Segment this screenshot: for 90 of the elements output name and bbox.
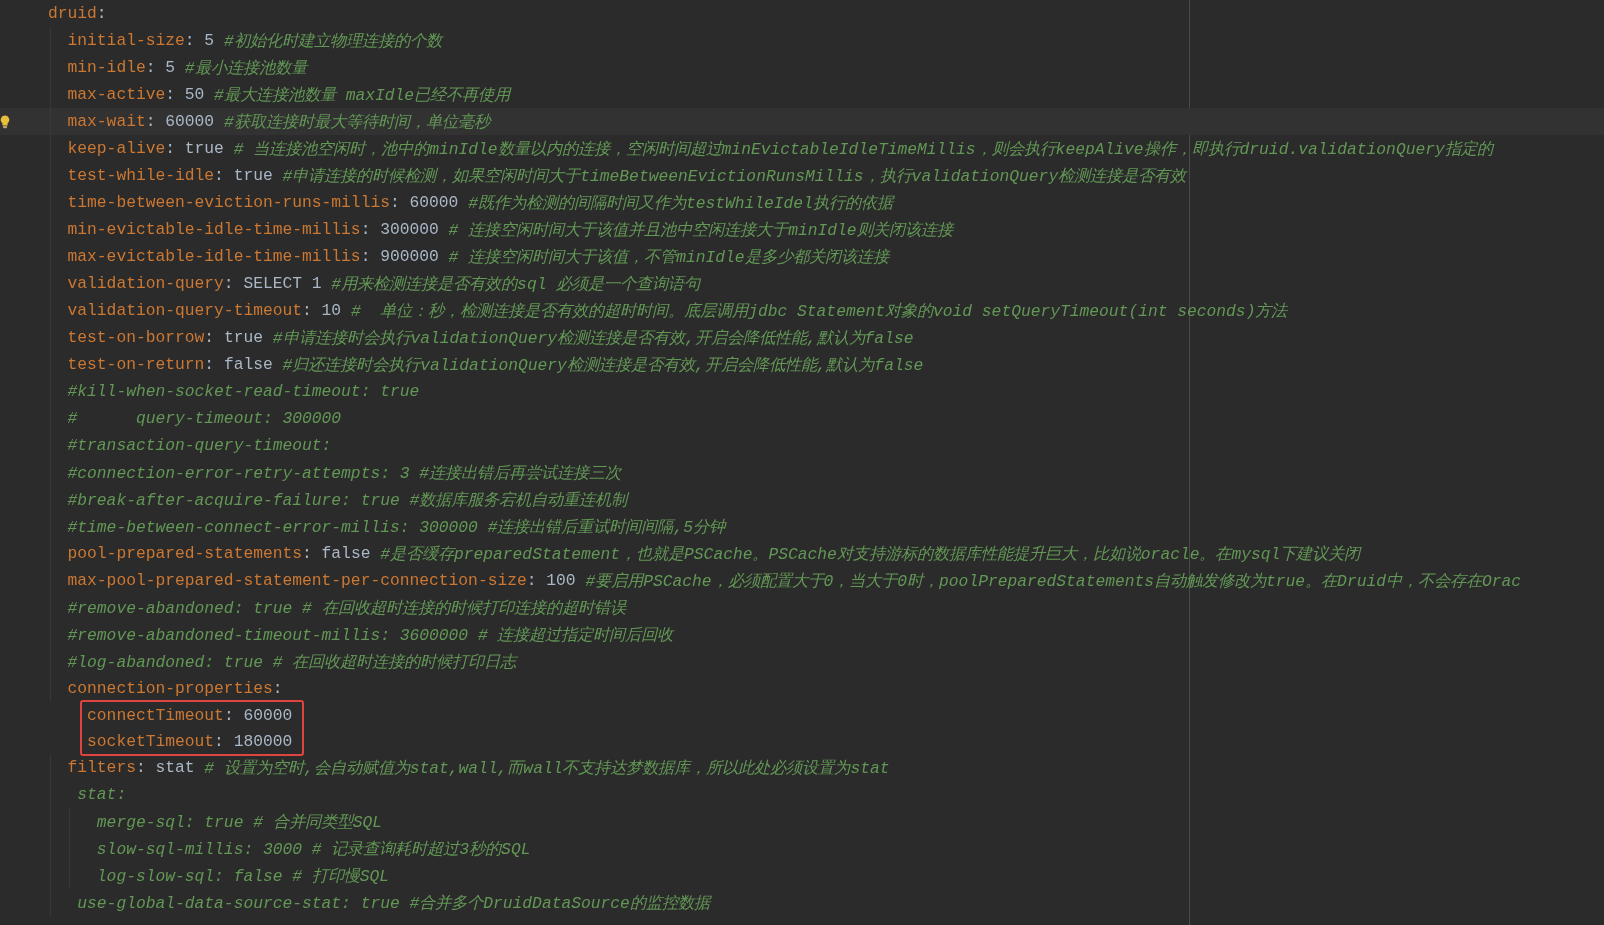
yaml-value: 60000 — [165, 112, 215, 131]
colon: : — [145, 58, 156, 77]
yaml-value: 300000 — [380, 220, 439, 239]
yaml-key: connectTimeout — [87, 705, 224, 725]
colon: : — [526, 571, 537, 590]
code-editor[interactable] — [0, 0, 1604, 925]
yaml-key: connection-properties — [67, 679, 273, 698]
colon: : — [165, 85, 176, 104]
yaml-value: stat — [155, 758, 195, 777]
code-comment: #是否缓存preparedStatement，也就是PSCache。PSCache对支持游标的数据库性能提升巨大，比如说oracle。在mysql下建议关闭 — [380, 543, 1361, 565]
colon: : — [272, 679, 283, 698]
yaml-value: 180000 — [233, 731, 293, 751]
yaml-value: 100 — [546, 571, 576, 590]
code-comment: #最小连接池数量 — [184, 57, 307, 79]
code-comment: #time-between-connect-error-millis: 300000 #连接出错后重试时间间隔,5分钟 — [67, 516, 725, 538]
yaml-key: test-on-return — [67, 355, 205, 374]
colon: : — [204, 328, 215, 347]
yaml-value: false — [223, 355, 273, 374]
code-comment: merge-sql: true # 合并同类型SQL — [95, 811, 383, 833]
code-comment: use-global-data-source-stat: true #合并多个DruidDataSource的监控数据 — [76, 892, 710, 914]
code-comment: #kill-when-socket-read-timeout: true — [67, 382, 420, 401]
code-comment: # 设置为空时,会自动赋值为stat,wall,而wall不支持达梦数据库，所以此处必须设置为stat — [204, 757, 890, 779]
code-comment: #初始化时建立物理连接的个数 — [223, 30, 442, 52]
yaml-key: druid — [48, 4, 97, 23]
yaml-value: 60000 — [409, 193, 459, 212]
yaml-value: false — [321, 544, 371, 563]
yaml-key: test-while-idle — [67, 166, 215, 185]
yaml-value: 900000 — [380, 247, 439, 266]
code-comment: #要启用PSCache，必须配置大于0，当大于0时，poolPreparedStatements自动触发修改为true。在Druid中，不会存在Orac — [585, 570, 1522, 592]
yaml-key: validation-query — [67, 274, 224, 293]
yaml-key: max-active — [67, 85, 166, 104]
colon: : — [223, 274, 234, 293]
code-comment: slow-sql-millis: 3000 # 记录查询耗时超过3秒的SQL — [95, 838, 531, 860]
colon: : — [302, 301, 312, 320]
colon: : — [223, 705, 234, 725]
colon: : — [204, 355, 215, 374]
code-comment: #break-after-acquire-failure: true #数据库服务宕机自动重连机制 — [67, 489, 628, 511]
colon: : — [135, 758, 146, 777]
code-comment: #最大连接池数量 maxIdle已经不再使用 — [214, 84, 511, 106]
code-comment: #申请连接时会执行validationQuery检测连接是否有效,开启会降低性能,默认为false — [272, 327, 914, 349]
colon: : — [214, 166, 224, 185]
colon: : — [165, 139, 176, 158]
yaml-key: time-between-eviction-runs-millis — [67, 193, 390, 212]
colon: : — [214, 731, 224, 751]
yaml-key: test-on-borrow — [67, 328, 205, 347]
code-comment: #remove-abandoned: true # 在回收超时连接的时候打印连接的超时错误 — [67, 597, 626, 619]
lightbulb-icon[interactable] — [0, 114, 10, 129]
yaml-key: min-idle — [67, 58, 146, 77]
yaml-value: 50 — [184, 85, 205, 104]
code-comment: #归还连接时会执行validationQuery检测连接是否有效,开启会降低性能,默认为false — [282, 354, 924, 376]
yaml-key: initial-size — [67, 31, 185, 50]
code-comment: log-slow-sql: false # 打印慢SQL — [95, 865, 390, 887]
yaml-key: validation-query-timeout — [67, 301, 303, 320]
yaml-value: 60000 — [243, 705, 293, 725]
code-comment: #remove-abandoned-timeout-millis: 3600000 # 连接超过指定时间后回收 — [67, 624, 674, 646]
colon: : — [96, 4, 107, 23]
yaml-key: min-evictable-idle-time-millis — [67, 220, 361, 239]
yaml-value: true — [223, 328, 263, 347]
yaml-value: true — [184, 139, 224, 158]
yaml-key: pool-prepared-statements — [67, 544, 303, 563]
code-comment: # 连接空闲时间大于该值并且池中空闲连接大于minIdle则关闭该连接 — [448, 219, 953, 241]
colon: : — [302, 544, 312, 563]
code-comment: # query-timeout: 300000 — [67, 409, 342, 428]
yaml-value: 5 — [165, 58, 176, 77]
colon: : — [184, 31, 195, 50]
code-comment: #connection-error-retry-attempts: 3 #连接出错后再尝试连接三次 — [67, 462, 622, 484]
code-comment: #既作为检测的间隔时间又作为testWhileIdel执行的依据 — [468, 192, 893, 214]
yaml-value: true — [233, 166, 273, 185]
code-comment: # 当连接池空闲时，池中的minIdle数量以内的连接，空闲时间超过minEvictableIdleTimeMillis，则会执行keepAlive操作，即执行druid.validationQuery指定的 — [233, 138, 1493, 160]
code-comment: #transaction-query-timeout: — [67, 436, 332, 455]
colon: : — [145, 112, 156, 131]
yaml-value: 5 — [204, 31, 215, 50]
code-comment: #申请连接的时候检测，如果空闲时间大于timeBetweenEvictionRunsMillis，执行validationQuery检测连接是否有效 — [282, 165, 1187, 187]
yaml-key: keep-alive — [67, 139, 166, 158]
yaml-key: max-pool-prepared-statement-per-connection-size — [67, 571, 527, 590]
code-comment: stat: — [76, 785, 127, 804]
code-comment: #获取连接时最大等待时间，单位毫秒 — [223, 111, 490, 133]
yaml-key: max-wait — [67, 112, 146, 131]
yaml-value: SELECT 1 — [243, 274, 322, 293]
colon: : — [360, 220, 371, 239]
code-comment: # 单位：秒，检测连接是否有效的超时时间。底层调用jdbc Statement对象的void setQueryTimeout(int seconds)方法 — [350, 300, 1288, 322]
yaml-key: socketTimeout — [87, 731, 215, 751]
yaml-value: 10 — [321, 301, 342, 320]
code-comment: # 连接空闲时间大于该值，不管minIdle是多少都关闭该连接 — [448, 246, 889, 268]
yaml-key: filters — [67, 758, 136, 777]
colon: : — [360, 247, 371, 266]
code-comment: #log-abandoned: true # 在回收超时连接的时候打印日志 — [67, 651, 517, 673]
code-comment: #用来检测连接是否有效的sql 必须是一个查询语句 — [331, 273, 701, 295]
colon: : — [389, 193, 400, 212]
yaml-key: max-evictable-idle-time-millis — [67, 247, 361, 266]
